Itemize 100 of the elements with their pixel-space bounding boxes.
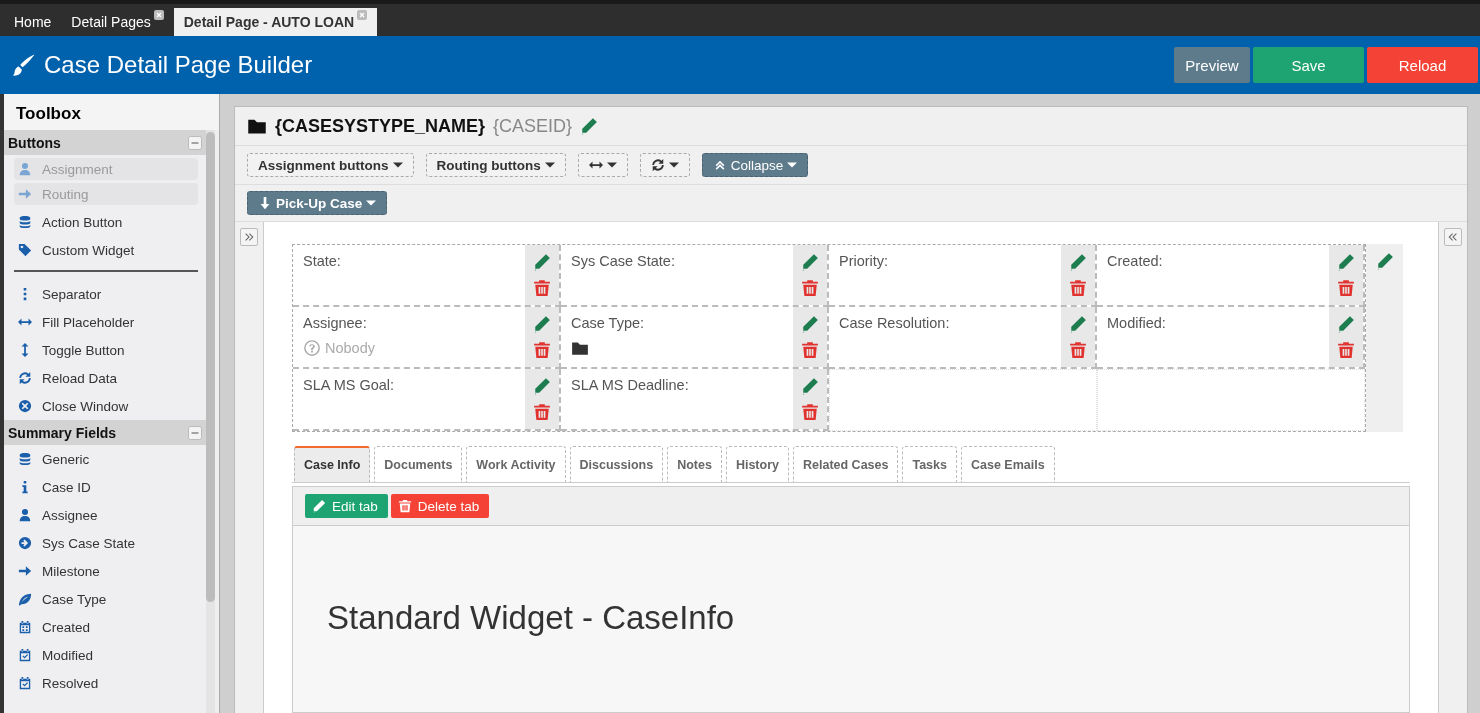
- tab[interactable]: Documents: [374, 446, 463, 482]
- delete-icon[interactable]: [533, 341, 551, 359]
- page-tab[interactable]: Detail Pages: [61, 8, 174, 36]
- widget-title: Standard Widget - CaseInfo: [327, 599, 735, 636]
- caret-icon: [787, 160, 798, 170]
- field-label: Sys Case State:: [571, 253, 676, 269]
- header-button[interactable]: Preview: [1174, 47, 1250, 83]
- toolbox-item[interactable]: Fill Placeholder: [14, 308, 198, 336]
- toolbox-item[interactable]: Modified: [14, 641, 198, 669]
- pencil-icon: [312, 499, 326, 513]
- delete-icon[interactable]: [801, 403, 819, 421]
- caret-icon: [366, 198, 377, 208]
- edit-icon[interactable]: [533, 253, 551, 271]
- edit-icon[interactable]: [1069, 253, 1087, 271]
- case-id: {CASEID}: [493, 115, 573, 137]
- field-label: Case Resolution:: [839, 315, 951, 331]
- toolbar-button[interactable]: Assignment buttons: [247, 153, 414, 177]
- collapse-icon[interactable]: [188, 425, 202, 440]
- trash-icon: [397, 499, 412, 513]
- delete-icon[interactable]: [533, 403, 551, 421]
- toolbox-item[interactable]: Sys Case State: [14, 529, 198, 557]
- edit-icon[interactable]: [533, 315, 551, 333]
- edit-icon[interactable]: [801, 315, 819, 333]
- caret-icon: [392, 160, 403, 170]
- caret-icon: [544, 160, 555, 170]
- calendar-check-icon: [18, 648, 32, 662]
- question-icon: [303, 339, 321, 357]
- field-label: Modified:: [1107, 315, 1167, 331]
- edit-icon[interactable]: [533, 377, 551, 395]
- caret-icon: [606, 160, 617, 170]
- toolbox-item[interactable]: Action Button: [14, 208, 198, 236]
- double-chevron-left-icon: [1447, 231, 1459, 243]
- collapse-button[interactable]: [1444, 228, 1462, 246]
- pencil-icon[interactable]: [580, 117, 599, 135]
- field-label: Case Type:: [571, 315, 646, 331]
- delete-tab-button[interactable]: Delete tab: [390, 494, 490, 518]
- tab[interactable]: Case Emails: [960, 446, 1055, 482]
- tag-icon: [18, 243, 32, 257]
- arrow-down-icon: [258, 196, 272, 210]
- toolbox-item[interactable]: Separator: [14, 280, 198, 308]
- field-label: Priority:: [839, 253, 890, 269]
- edit-icon[interactable]: [801, 377, 819, 395]
- toolbox-item[interactable]: Toggle Button: [14, 336, 198, 364]
- scrollbar-thumb[interactable]: [206, 132, 215, 602]
- tab[interactable]: History: [725, 446, 789, 482]
- arrow-right-icon: [18, 187, 32, 201]
- database-icon: [18, 215, 32, 229]
- delete-icon[interactable]: [801, 279, 819, 297]
- delete-icon[interactable]: [533, 279, 551, 297]
- folder-icon: [571, 339, 589, 357]
- user-icon: [18, 508, 32, 522]
- toolbar-button[interactable]: [639, 153, 690, 177]
- collapse-icon[interactable]: [188, 135, 202, 150]
- toolbox-item[interactable]: Resolved: [14, 669, 198, 697]
- calendar-icon: [18, 620, 32, 634]
- toolbar-button[interactable]: [577, 153, 628, 177]
- toolbar-button[interactable]: Routing buttons: [425, 153, 566, 177]
- delete-icon[interactable]: [1337, 279, 1355, 297]
- toolbox-item[interactable]: Generic: [14, 445, 198, 473]
- toolbox-item[interactable]: Assignee: [14, 501, 198, 529]
- toolbox-item[interactable]: Close Window: [14, 392, 198, 420]
- tab[interactable]: Case Info: [294, 446, 371, 482]
- toolbox-item[interactable]: Case Type: [14, 585, 198, 613]
- delete-icon[interactable]: [1337, 341, 1355, 359]
- leaf-icon: [18, 592, 32, 606]
- tab[interactable]: Work Activity: [466, 446, 566, 482]
- field-label: Assignee:: [303, 315, 368, 331]
- page-tab[interactable]: Home: [4, 8, 62, 36]
- field-label: SLA MS Deadline:: [571, 377, 690, 393]
- page-tab[interactable]: Detail Page - AUTO LOAN: [173, 8, 378, 36]
- refresh-icon: [650, 158, 665, 172]
- calendar-check-icon: [18, 676, 32, 690]
- delete-icon[interactable]: [1069, 341, 1087, 359]
- toolbox-item[interactable]: Created: [14, 613, 198, 641]
- field-label: SLA MS Goal:: [303, 377, 396, 393]
- tab[interactable]: Tasks: [902, 446, 957, 482]
- edit-icon[interactable]: [1337, 315, 1355, 333]
- delete-icon[interactable]: [801, 341, 819, 359]
- toolbox-item[interactable]: Reload Data: [14, 364, 198, 392]
- tab[interactable]: Related Cases: [793, 446, 899, 482]
- caret-icon: [668, 160, 679, 170]
- delete-icon[interactable]: [1069, 279, 1087, 297]
- toolbox-item[interactable]: Case ID: [14, 473, 198, 501]
- tab[interactable]: Notes: [667, 446, 722, 482]
- close-icon[interactable]: [153, 10, 164, 20]
- toolbox-item[interactable]: Custom Widget: [14, 236, 198, 264]
- header-button[interactable]: Reload: [1367, 47, 1478, 83]
- pick-up-case-button[interactable]: Pick-Up Case: [247, 191, 388, 215]
- toolbar-button[interactable]: Collapse: [701, 153, 809, 177]
- arrow-right-icon: [18, 564, 32, 578]
- expand-button[interactable]: [240, 228, 258, 246]
- edit-icon[interactable]: [1337, 253, 1355, 271]
- toolbox-title: Toolbox: [4, 94, 219, 130]
- edit-icon[interactable]: [1069, 315, 1087, 333]
- tab[interactable]: Discussions: [569, 446, 664, 482]
- field-value: Nobody: [325, 340, 375, 356]
- section-title: Summary Fields: [8, 424, 117, 441]
- toolbox-item[interactable]: Milestone: [14, 557, 198, 585]
- edit-icon[interactable]: [801, 253, 819, 271]
- edit-icon[interactable]: [1375, 252, 1394, 270]
